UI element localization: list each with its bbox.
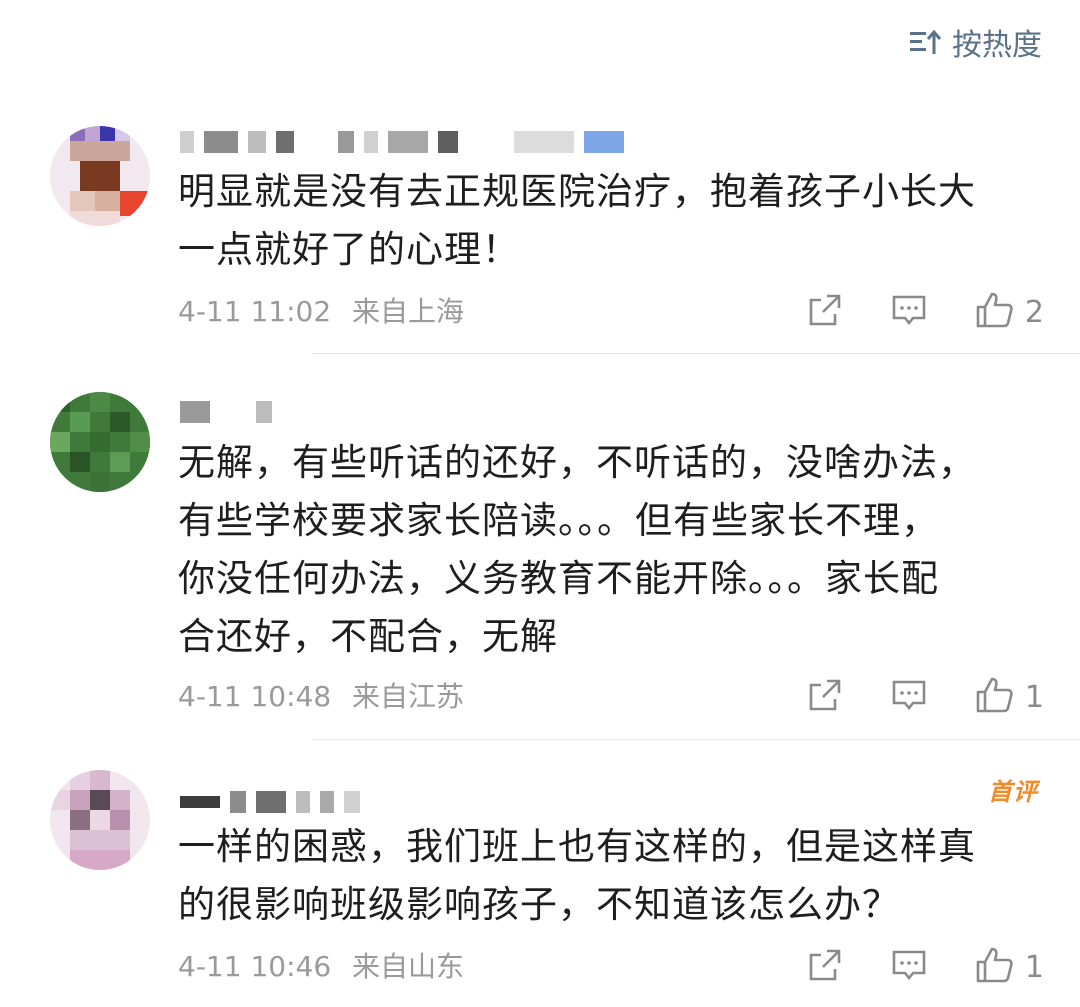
- reply-button[interactable]: [891, 947, 927, 987]
- first-comment-badge: 首评: [988, 778, 1038, 806]
- sort-up-icon: [908, 28, 942, 56]
- share-icon: [807, 677, 843, 717]
- comment-meta: 4-11 10:46 来自山东: [178, 947, 476, 987]
- like-count: 1: [1024, 679, 1044, 715]
- comment-meta: 4-11 10:48 来自江苏: [178, 677, 476, 717]
- like-count: 2: [1024, 294, 1044, 330]
- like-button[interactable]: 1: [975, 676, 1044, 718]
- reply-icon: [891, 292, 927, 332]
- comment-text: 一样的困惑，我们班上也有这样的，但是这样真 的很影响班级影响孩子，不知道该怎么办…: [178, 825, 976, 926]
- comment-text: 无解，有些听话的还好，不听话的，没啥办法， 有些学校要求家长陪读。。。但有些家长…: [178, 441, 976, 658]
- avatar[interactable]: [50, 392, 150, 492]
- thumbs-up-icon: [975, 676, 1015, 718]
- share-button[interactable]: [807, 292, 843, 332]
- reply-button[interactable]: [891, 292, 927, 332]
- share-icon: [807, 947, 843, 987]
- share-button[interactable]: [807, 677, 843, 717]
- share-button[interactable]: [807, 947, 843, 987]
- like-button[interactable]: 1: [975, 946, 1044, 988]
- sort-by-hot-button[interactable]: 按热度: [908, 22, 1042, 63]
- sort-label: 按热度: [952, 28, 1042, 63]
- share-icon: [807, 292, 843, 332]
- thumbs-up-icon: [975, 946, 1015, 988]
- comment-time: 4-11 10:48: [178, 680, 332, 713]
- reply-icon: [891, 677, 927, 717]
- comment-location: 来自山东: [352, 950, 465, 983]
- reply-button[interactable]: [891, 677, 927, 717]
- divider: [312, 353, 1080, 354]
- like-count: 1: [1024, 949, 1044, 985]
- avatar[interactable]: [50, 126, 150, 226]
- comment-actions: 2: [807, 288, 1044, 336]
- thumbs-up-icon: [975, 291, 1015, 333]
- comment-location: 来自上海: [352, 295, 465, 328]
- username[interactable]: [180, 394, 282, 430]
- username[interactable]: [180, 784, 370, 820]
- divider: [312, 739, 1080, 740]
- comment-time: 4-11 11:02: [178, 295, 332, 328]
- like-button[interactable]: 2: [975, 291, 1044, 333]
- comment-actions: 1: [807, 943, 1044, 991]
- comment-location: 来自江苏: [352, 680, 465, 713]
- comment-text: 明显就是没有去正规医院治疗，抱着孩子小长大 一点就好了的心理！: [178, 170, 976, 271]
- comment-time: 4-11 10:46: [178, 950, 332, 983]
- reply-icon: [891, 947, 927, 987]
- comment-actions: 1: [807, 673, 1044, 721]
- username[interactable]: [180, 124, 634, 160]
- comment-meta: 4-11 11:02 来自上海: [178, 292, 476, 332]
- avatar[interactable]: [50, 770, 150, 870]
